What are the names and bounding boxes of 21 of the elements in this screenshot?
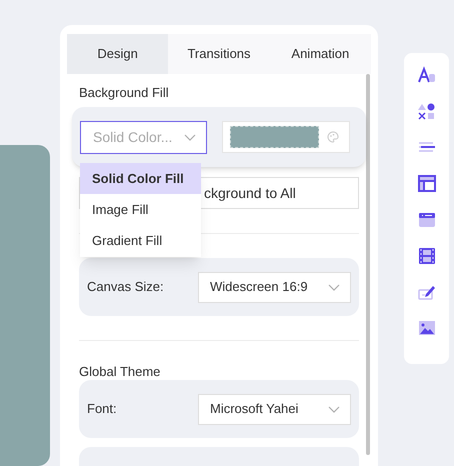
field-label: Font: [87, 400, 117, 418]
chevron-icon [328, 406, 340, 412]
film-icon[interactable] [416, 246, 436, 266]
scrollbar[interactable] [366, 74, 370, 455]
section-title: Background Fill [79, 85, 170, 101]
chevron-icon [184, 134, 196, 140]
chevron-icon [328, 284, 340, 290]
color-picker[interactable] [222, 121, 350, 153]
dropdown-select[interactable]: Microsoft Yahei [198, 394, 351, 424]
palette-icon [327, 131, 339, 143]
window-icon[interactable] [416, 210, 436, 230]
image-icon[interactable] [416, 318, 436, 338]
tab[interactable]: Design [67, 34, 168, 74]
section-title: Global Theme [79, 364, 162, 380]
layout-icon[interactable] [416, 174, 436, 194]
field-label: Canvas Size: [87, 278, 164, 296]
dropdown-select[interactable]: Widescreen 16:9 [198, 272, 351, 302]
shapes-icon[interactable] [416, 102, 436, 122]
dropdown-option[interactable]: Solid Color Fill [80, 163, 201, 195]
dropdown-option[interactable]: Gradient Fill [80, 225, 201, 257]
dropdown-option[interactable]: Image Fill [80, 194, 201, 226]
